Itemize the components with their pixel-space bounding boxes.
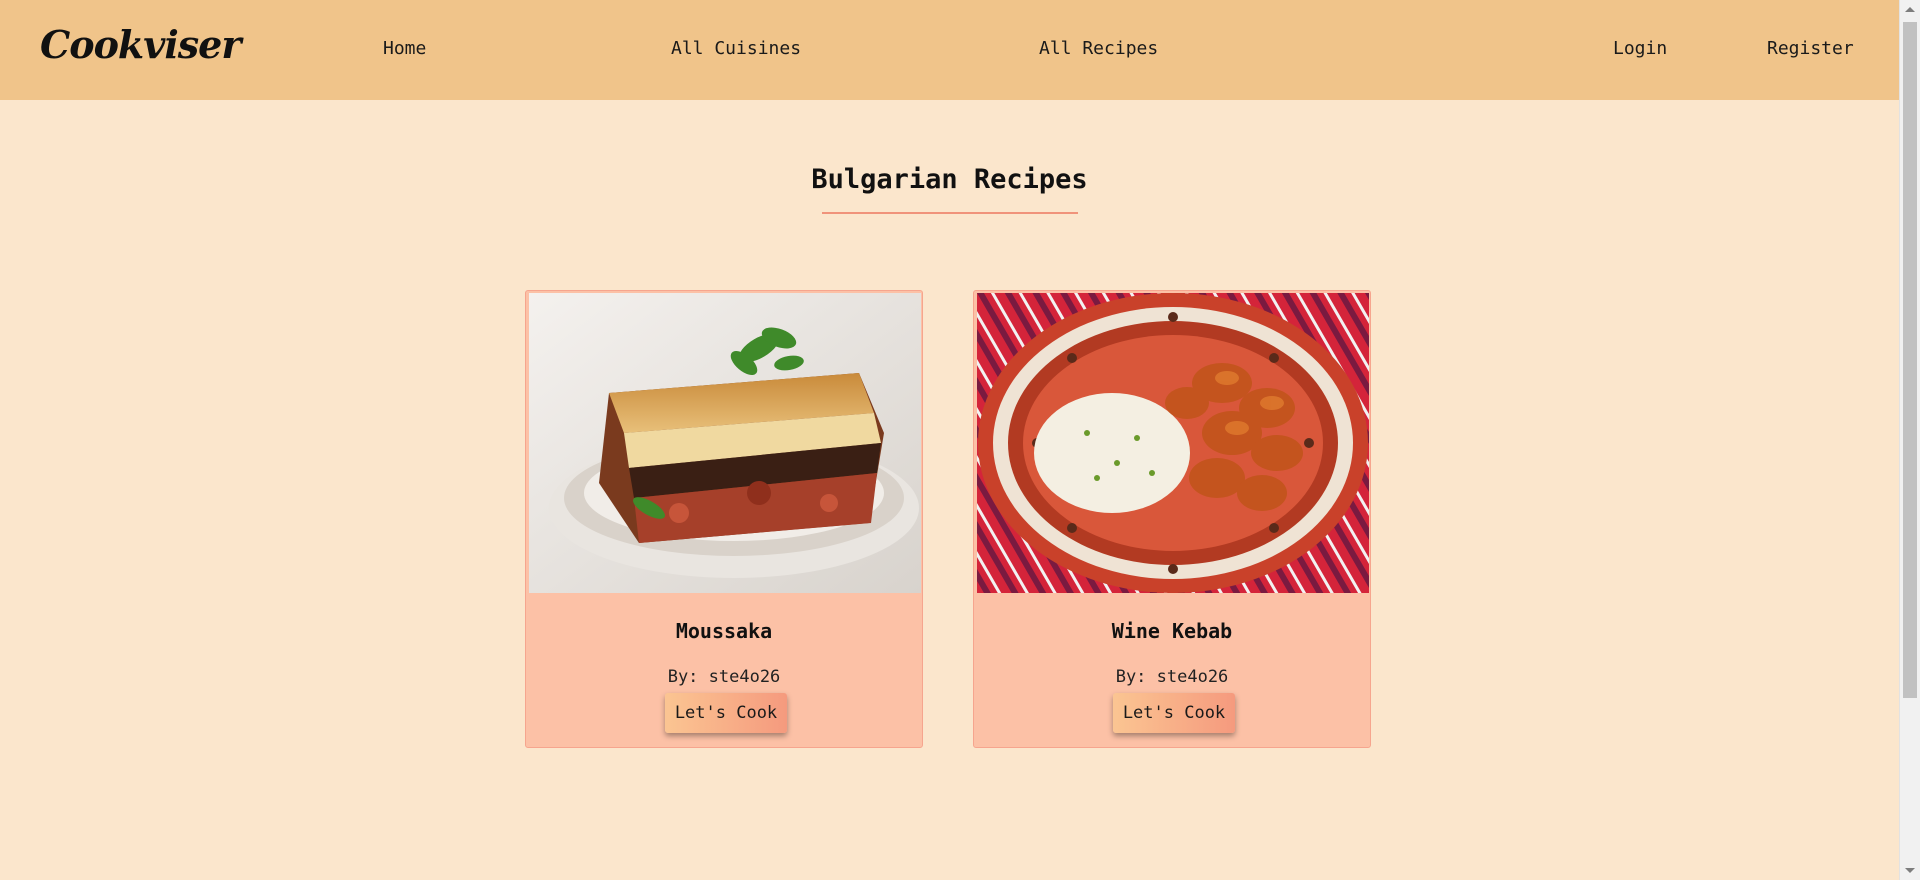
- recipe-author: By: ste4o26: [1115, 667, 1229, 687]
- nav-register-link[interactable]: Register: [1767, 38, 1854, 59]
- nav-all-recipes-link[interactable]: All Recipes: [1039, 38, 1158, 59]
- lets-cook-button[interactable]: Let's Cook: [1113, 693, 1235, 733]
- page: Cookviser Home All Cuisines All Recipes …: [0, 0, 1920, 880]
- recipe-card: Moussaka By: ste4o26 Let's Cook: [525, 290, 923, 748]
- recipe-card: Wine Kebab By: ste4o26 Let's Cook: [973, 290, 1371, 748]
- logo-link[interactable]: Cookviser: [40, 22, 241, 67]
- scrollbar-thumb[interactable]: [1903, 22, 1917, 698]
- scroll-up-arrow-icon[interactable]: [1905, 7, 1915, 12]
- nav-login-link[interactable]: Login: [1613, 38, 1667, 59]
- title-underline: [822, 212, 1078, 214]
- navbar: Cookviser Home All Cuisines All Recipes …: [0, 0, 1899, 100]
- recipe-title: Moussaka: [675, 619, 773, 643]
- scroll-down-arrow-icon[interactable]: [1905, 868, 1915, 873]
- page-title: Bulgarian Recipes: [811, 164, 1088, 195]
- nav-all-cuisines-link[interactable]: All Cuisines: [671, 38, 801, 59]
- vertical-scrollbar[interactable]: [1899, 0, 1920, 880]
- recipe-title: Wine Kebab: [1111, 619, 1233, 643]
- moussaka-photo-icon[interactable]: [529, 293, 921, 593]
- nav-home-link[interactable]: Home: [383, 38, 426, 59]
- wine-kebab-photo-icon[interactable]: [977, 293, 1369, 593]
- lets-cook-button[interactable]: Let's Cook: [665, 693, 787, 733]
- recipe-author: By: ste4o26: [667, 667, 781, 687]
